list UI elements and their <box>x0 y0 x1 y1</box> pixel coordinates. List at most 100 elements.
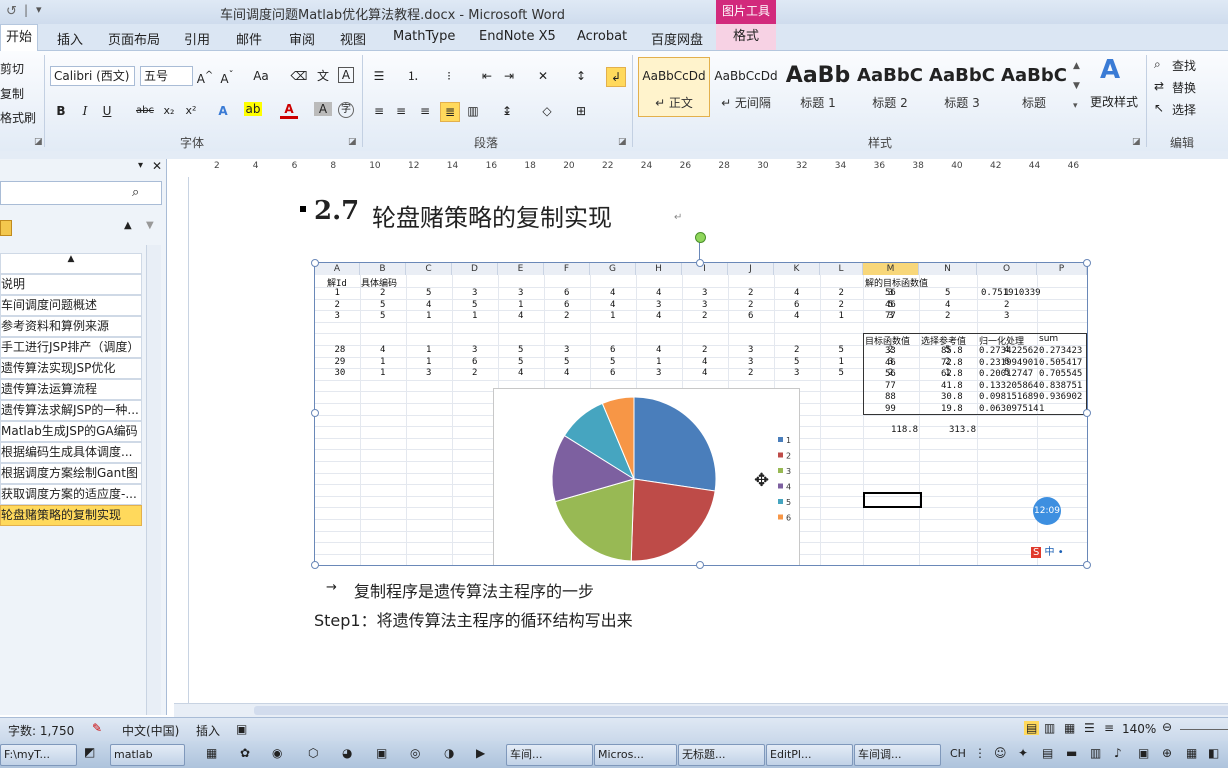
column-header[interactable]: G <box>590 263 636 275</box>
table-cell[interactable]: 41.8 <box>941 381 963 391</box>
ime-toolbar[interactable]: S 中 • <box>1031 543 1087 558</box>
tray-icon[interactable]: ⊕ <box>1162 746 1172 760</box>
resize-handle[interactable] <box>1083 409 1091 417</box>
tab-mailings[interactable]: 邮件 <box>236 29 262 48</box>
sheet-cell[interactable]: 3 <box>748 357 753 367</box>
tab-home[interactable]: 开始 <box>0 24 39 51</box>
sheet-cell[interactable]: 6 <box>564 300 569 310</box>
sheet-cell[interactable]: 5 <box>610 357 615 367</box>
table-cell[interactable]: 85.8 <box>941 346 963 356</box>
table-cell[interactable]: 62.8 <box>941 369 963 379</box>
sheet-cell[interactable]: 6 <box>610 368 615 378</box>
sheet-cell[interactable]: 4 <box>656 311 661 321</box>
tab-format[interactable]: 格式 <box>716 24 776 50</box>
horizontal-scrollbar[interactable] <box>174 703 1228 718</box>
sheet-cell[interactable]: 2 <box>702 345 707 355</box>
paragraph-launcher-icon[interactable]: ◪ <box>618 137 627 147</box>
tab-acrobat[interactable]: Acrobat <box>577 29 627 44</box>
sheet-cell[interactable]: 2 <box>839 300 844 310</box>
column-header[interactable]: O <box>977 263 1037 275</box>
table-cell[interactable]: 0.273422562 <box>979 346 1039 356</box>
nav-item[interactable]: 获取调度方案的适应度-... <box>0 484 142 505</box>
total-cell[interactable]: 313.8 <box>949 425 976 435</box>
styles-scroll-up-icon[interactable]: ▲ <box>1073 61 1080 71</box>
sheet-cell[interactable]: 3 <box>656 368 661 378</box>
styles-more-icon[interactable]: ▾ <box>1073 101 1078 111</box>
sheet-cell[interactable]: 5 <box>380 300 385 310</box>
subscript-icon[interactable]: x₂ <box>160 102 178 120</box>
borders-icon[interactable]: ⊞ <box>572 102 590 120</box>
print-layout-icon[interactable]: ▤ <box>1024 721 1040 735</box>
multilevel-list-icon[interactable]: ⁝ <box>440 67 458 85</box>
tab-page-layout[interactable]: 页面布局 <box>108 29 160 48</box>
numbering-icon[interactable]: ⒈ <box>404 67 422 85</box>
justify-icon[interactable]: ≣ <box>440 102 460 122</box>
sheet-cell[interactable]: 3 <box>1004 311 1009 321</box>
style-normal[interactable]: AaBbCcDd ↵ 正文 <box>638 57 710 117</box>
zoom-out-icon[interactable]: ⊖ <box>1162 720 1172 734</box>
insert-mode[interactable]: 插入 <box>196 722 220 739</box>
selected-cell[interactable] <box>863 492 922 508</box>
font-color-icon[interactable]: A <box>280 102 298 119</box>
change-case-icon[interactable]: Aa <box>252 67 270 85</box>
nav-item[interactable]: 根据调度方案绘制Gant图 <box>0 463 142 484</box>
sort-icon[interactable]: ↕ <box>572 67 590 85</box>
task-item[interactable]: F:\myT... <box>0 744 77 766</box>
sheet-cell[interactable]: 3 <box>472 345 477 355</box>
styles-scroll-down-icon[interactable]: ▼ <box>1073 81 1080 91</box>
app-icon[interactable]: ▣ <box>376 746 387 760</box>
embedded-excel-object[interactable]: ABCDEFGHIJKLMNOP 解Id 具体编码 解的目标函数值 1 2 5 3 3 6 4 4 3… <box>314 262 1088 566</box>
column-header[interactable]: L <box>820 263 863 275</box>
char-shading-icon[interactable]: A <box>314 102 332 116</box>
sheet-cell[interactable]: 5 <box>839 345 844 355</box>
sheet-cell[interactable]: 3 <box>794 368 799 378</box>
sheet-cell[interactable]: 5 <box>472 300 477 310</box>
select-button[interactable]: 选择 <box>1172 101 1196 118</box>
sheet-cell[interactable]: 1 <box>610 311 615 321</box>
resize-handle[interactable] <box>1083 561 1091 569</box>
search-icon[interactable]: ⌕ <box>132 185 139 200</box>
sheet-cell[interactable]: 1 <box>426 311 431 321</box>
tab-references[interactable]: 引用 <box>184 29 210 48</box>
sheet-cell[interactable]: 5 <box>839 368 844 378</box>
text-effects-icon[interactable]: A <box>214 102 232 120</box>
pie-slice-1[interactable] <box>633 396 717 492</box>
style-title[interactable]: AaBbC 标题 <box>998 57 1070 117</box>
sheet-cell[interactable]: 4 <box>426 300 431 310</box>
sheet-cell[interactable]: 3 <box>426 368 431 378</box>
table-cell[interactable]: 0.063097514 <box>979 404 1039 414</box>
bold-icon[interactable]: B <box>52 102 70 120</box>
table-cell[interactable]: 0.273423 <box>1039 346 1082 356</box>
sheet-cell[interactable]: 5 <box>794 357 799 367</box>
nav-item[interactable]: 遗传算法运算流程 <box>0 379 142 400</box>
undo-icon[interactable]: ↺ <box>6 4 17 19</box>
sheet-cell[interactable]: 2 <box>748 368 753 378</box>
tab-review[interactable]: 审阅 <box>289 29 315 48</box>
style-heading-2[interactable]: AaBbC 标题 2 <box>854 57 926 117</box>
sheet-cell[interactable]: 28 <box>335 345 346 355</box>
increase-indent-icon[interactable]: ⇥ <box>500 67 518 85</box>
sheet-cell[interactable]: 2 <box>702 311 707 321</box>
column-header[interactable]: N <box>919 263 977 275</box>
style-heading-1[interactable]: AaBb 标题 1 <box>782 57 854 117</box>
nav-menu-icon[interactable]: ▾ <box>138 160 143 171</box>
nav-prev-icon[interactable]: ▲ <box>124 220 132 231</box>
shrink-font-icon[interactable]: Aˇ <box>218 67 236 86</box>
sheet-cell[interactable]: 3 <box>335 311 340 321</box>
underline-icon[interactable]: U <box>98 102 116 120</box>
table-cell[interactable]: 72.8 <box>941 358 963 368</box>
table-cell[interactable]: 0.098151689 <box>979 392 1039 402</box>
quick-access-dropdown-icon[interactable]: ▾ <box>36 3 42 16</box>
sheet-cell[interactable]: 1 <box>380 368 385 378</box>
sheet-cell[interactable]: 2 <box>794 345 799 355</box>
sheet-cell[interactable]: 5 <box>380 311 385 321</box>
nav-item[interactable]: 轮盘赌策略的复制实现 <box>0 505 142 526</box>
change-styles-button[interactable]: 更改样式 <box>1090 93 1138 110</box>
cut-button[interactable]: 剪切 <box>0 60 24 77</box>
language[interactable]: 中文(中国) <box>122 722 179 739</box>
font-size-combo[interactable]: 五号 <box>140 66 193 86</box>
tab-endnote[interactable]: EndNote X5 <box>479 29 556 44</box>
chrome-icon[interactable]: ◎ <box>410 746 420 760</box>
sheet-cell[interactable]: 3 <box>472 288 477 298</box>
tray-icon[interactable]: ◧ <box>1208 746 1219 760</box>
